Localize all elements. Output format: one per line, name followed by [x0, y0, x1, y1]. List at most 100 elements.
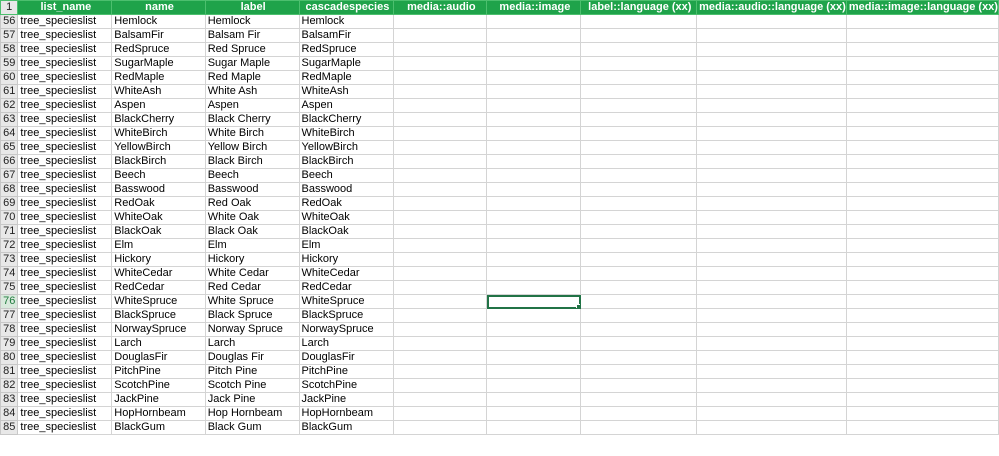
- cell[interactable]: Hickory: [111, 252, 206, 267]
- cell[interactable]: tree_specieslist: [17, 98, 113, 113]
- cell[interactable]: [486, 420, 582, 435]
- cell[interactable]: tree_specieslist: [17, 126, 113, 141]
- cell[interactable]: Elm: [204, 238, 300, 253]
- cell[interactable]: Larch: [204, 336, 300, 351]
- column-header-cell-col-g[interactable]: label::language (xx): [580, 0, 698, 15]
- cell[interactable]: [486, 308, 582, 323]
- row-header[interactable]: 67: [0, 168, 19, 183]
- cell[interactable]: Red Cedar: [204, 280, 300, 295]
- cell[interactable]: [580, 224, 698, 239]
- cell[interactable]: NorwaySpruce: [111, 322, 206, 337]
- row-header[interactable]: 66: [0, 154, 19, 169]
- cell[interactable]: tree_specieslist: [17, 252, 113, 267]
- cell[interactable]: [845, 196, 999, 211]
- cell[interactable]: tree_specieslist: [17, 406, 113, 421]
- cell[interactable]: [580, 322, 698, 337]
- cell[interactable]: [486, 28, 582, 43]
- cell[interactable]: [580, 154, 698, 169]
- cell[interactable]: [845, 350, 999, 365]
- cell[interactable]: [393, 210, 488, 225]
- cell[interactable]: [393, 196, 488, 211]
- row-header[interactable]: 79: [0, 336, 19, 351]
- cell[interactable]: [393, 392, 488, 407]
- cell[interactable]: tree_specieslist: [17, 238, 113, 253]
- cell[interactable]: ScotchPine: [298, 378, 395, 393]
- cell[interactable]: Hemlock: [111, 14, 206, 29]
- cell[interactable]: RedMaple: [111, 70, 206, 85]
- cell[interactable]: YellowBirch: [111, 140, 206, 155]
- cell[interactable]: [393, 56, 488, 71]
- cell[interactable]: WhiteCedar: [111, 266, 206, 281]
- cell[interactable]: BlackBirch: [111, 154, 206, 169]
- cell[interactable]: [486, 70, 582, 85]
- cell[interactable]: [486, 322, 582, 337]
- column-header-cell-col-c[interactable]: label: [204, 0, 300, 15]
- cell[interactable]: [486, 196, 582, 211]
- cell[interactable]: tree_specieslist: [17, 196, 113, 211]
- cell[interactable]: Scotch Pine: [204, 378, 300, 393]
- cell[interactable]: [845, 70, 999, 85]
- cell[interactable]: tree_specieslist: [17, 56, 113, 71]
- cell[interactable]: [393, 406, 488, 421]
- column-header-cell-col-h[interactable]: media::audio::language (xx): [696, 0, 847, 15]
- cell[interactable]: WhiteOak: [298, 210, 395, 225]
- row-header[interactable]: 68: [0, 182, 19, 197]
- cell[interactable]: [696, 140, 847, 155]
- cell[interactable]: SugarMaple: [111, 56, 206, 71]
- cell[interactable]: [696, 126, 847, 141]
- cell[interactable]: [845, 210, 999, 225]
- cell[interactable]: [845, 336, 999, 351]
- cell[interactable]: [696, 154, 847, 169]
- cell[interactable]: tree_specieslist: [17, 336, 113, 351]
- cell[interactable]: Red Maple: [204, 70, 300, 85]
- row-header[interactable]: 76: [0, 294, 19, 309]
- cell[interactable]: tree_specieslist: [17, 84, 113, 99]
- cell[interactable]: [393, 112, 488, 127]
- cell[interactable]: HopHornbeam: [111, 406, 206, 421]
- cell[interactable]: RedCedar: [298, 280, 395, 295]
- cell[interactable]: [580, 294, 698, 309]
- cell[interactable]: [393, 42, 488, 57]
- column-header-cell-col-a[interactable]: list_name: [17, 0, 113, 15]
- cell[interactable]: BalsamFir: [298, 28, 395, 43]
- cell[interactable]: [393, 28, 488, 43]
- cell[interactable]: [580, 168, 698, 183]
- cell[interactable]: [845, 294, 999, 309]
- cell[interactable]: [580, 182, 698, 197]
- cell[interactable]: [580, 140, 698, 155]
- cell[interactable]: [696, 70, 847, 85]
- cell[interactable]: Basswood: [298, 182, 395, 197]
- cell[interactable]: Hickory: [298, 252, 395, 267]
- cell[interactable]: White Spruce: [204, 294, 300, 309]
- cell[interactable]: Black Cherry: [204, 112, 300, 127]
- cell[interactable]: [696, 182, 847, 197]
- cell[interactable]: [845, 154, 999, 169]
- column-header-cell-col-i[interactable]: media::image::language (xx): [845, 0, 999, 15]
- cell[interactable]: tree_specieslist: [17, 364, 113, 379]
- cell[interactable]: [845, 224, 999, 239]
- cell[interactable]: WhiteSpruce: [111, 294, 206, 309]
- cell[interactable]: [580, 126, 698, 141]
- cell[interactable]: [393, 238, 488, 253]
- cell[interactable]: [486, 378, 582, 393]
- cell[interactable]: [580, 70, 698, 85]
- cell[interactable]: [696, 378, 847, 393]
- cell[interactable]: Black Birch: [204, 154, 300, 169]
- row-header[interactable]: 72: [0, 238, 19, 253]
- row-header[interactable]: 58: [0, 42, 19, 57]
- row-header[interactable]: 77: [0, 308, 19, 323]
- cell[interactable]: RedCedar: [111, 280, 206, 295]
- cell[interactable]: WhiteAsh: [111, 84, 206, 99]
- cell[interactable]: [580, 266, 698, 281]
- cell[interactable]: tree_specieslist: [17, 280, 113, 295]
- cell[interactable]: [486, 126, 582, 141]
- cell[interactable]: [696, 364, 847, 379]
- cell[interactable]: [486, 112, 582, 127]
- cell[interactable]: [486, 140, 582, 155]
- cell[interactable]: [393, 378, 488, 393]
- cell[interactable]: [580, 84, 698, 99]
- cell[interactable]: [393, 140, 488, 155]
- cell[interactable]: [845, 168, 999, 183]
- cell[interactable]: [486, 364, 582, 379]
- cell[interactable]: [845, 238, 999, 253]
